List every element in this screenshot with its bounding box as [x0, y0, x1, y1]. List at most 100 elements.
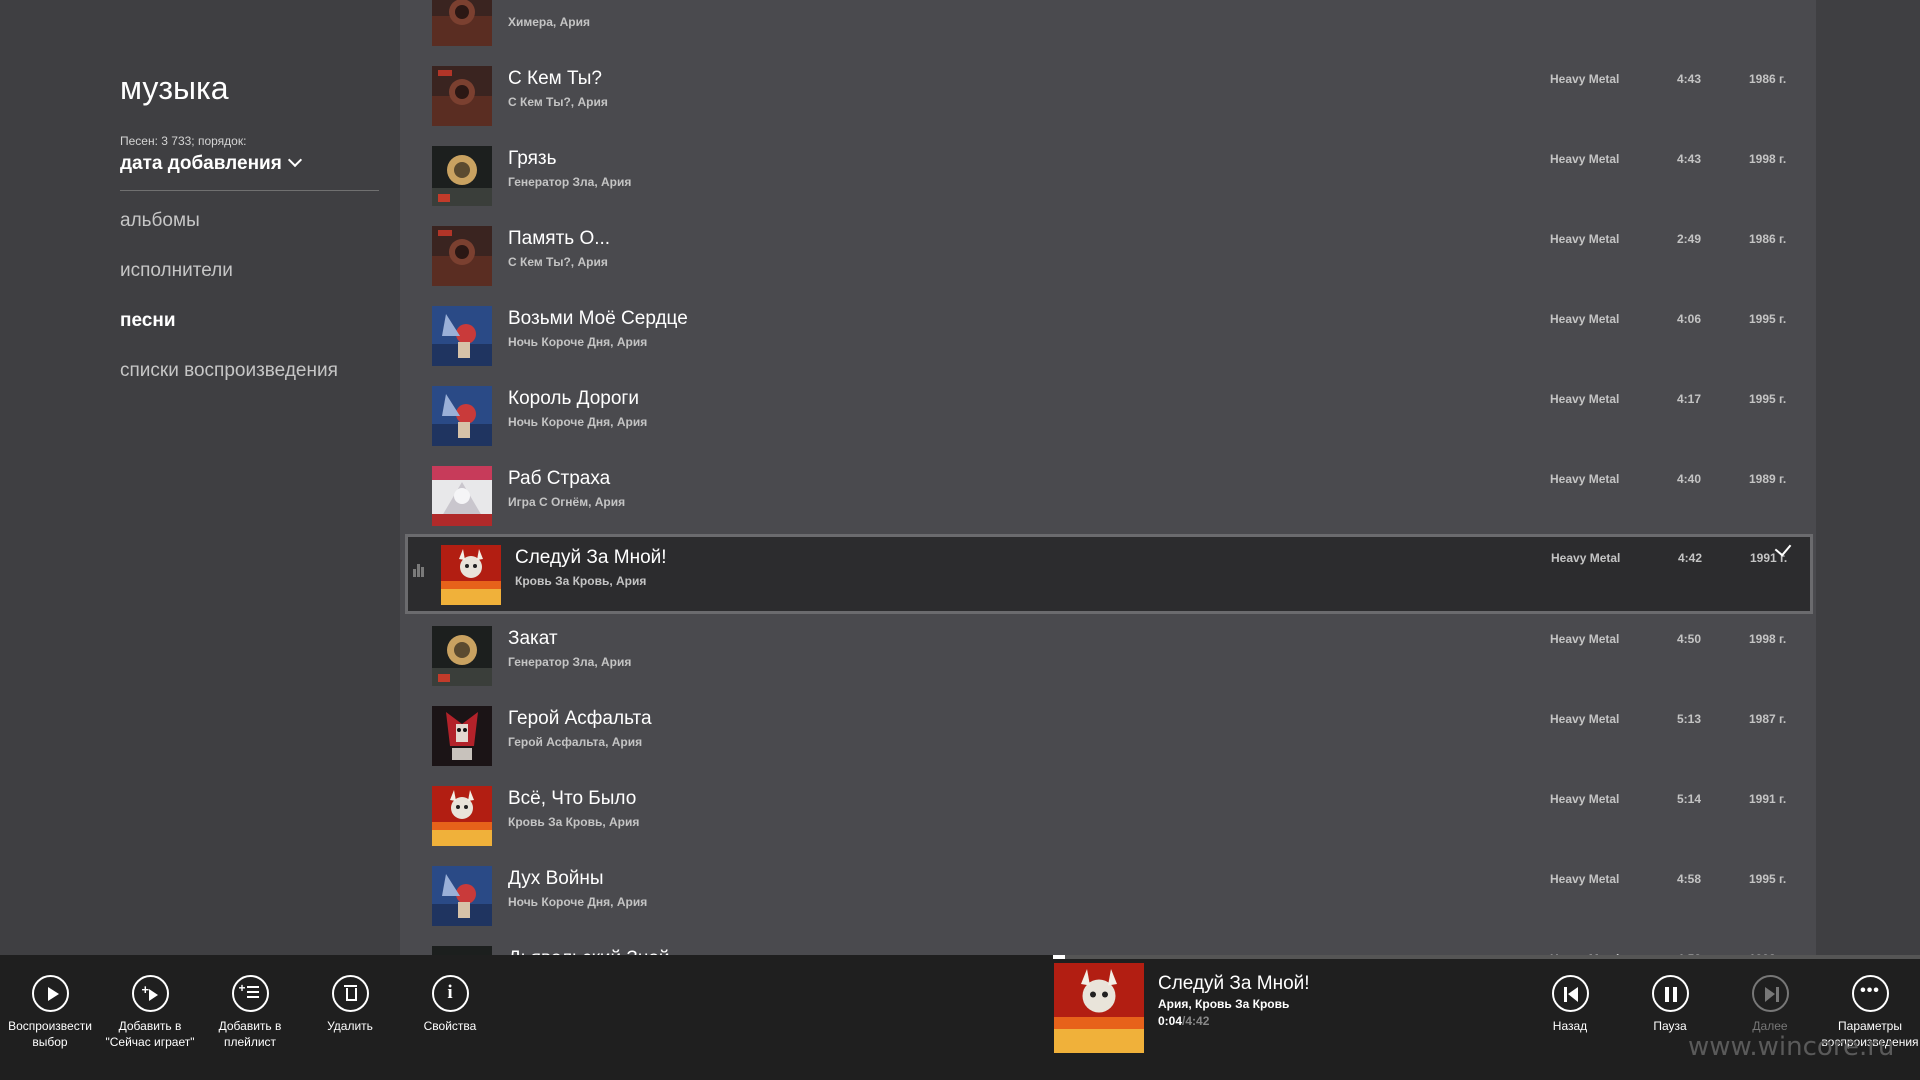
previous-label: Назад	[1552, 1019, 1588, 1033]
pause-icon	[1651, 975, 1689, 1012]
song-row[interactable]: Память О... С Кем Ты?, Ария Heavy Metal 2:4…	[400, 212, 1816, 292]
album-art	[432, 866, 492, 926]
song-year: 1995 г.	[1749, 392, 1787, 406]
song-title: Король Дороги	[508, 388, 639, 409]
now-playing-album-art[interactable]	[1054, 963, 1144, 1053]
song-title: Всё, Что Было	[508, 788, 637, 809]
song-duration: 4:43	[1677, 72, 1702, 86]
navigation-pane: музыка Песен: 3 733; порядок: дата добав…	[0, 0, 400, 955]
song-title: Следуй За Мной!	[515, 547, 667, 568]
add-to-now-playing-button[interactable]: + Добавить в "Сейчас играет"	[100, 975, 200, 1050]
add-to-playlist-button[interactable]: + Добавить в плейлист	[200, 975, 300, 1050]
nav-item-albums[interactable]: альбомы	[120, 210, 200, 232]
album-art	[432, 226, 492, 286]
elapsed-time: 0:04	[1158, 1014, 1183, 1028]
album-art	[432, 0, 492, 46]
song-title: С Кем Ты?	[508, 68, 602, 89]
song-title: Дьявольский Зной	[508, 948, 670, 955]
total-time: /4:42	[1182, 1014, 1210, 1028]
pause-button[interactable]: Пауза	[1620, 975, 1720, 1034]
playback-progress-bar[interactable]	[1053, 955, 1920, 959]
previous-button[interactable]: Назад	[1520, 975, 1620, 1034]
song-row[interactable]: Всё, Что Было Кровь За Кровь, Ария Heavy M…	[400, 772, 1816, 852]
song-row[interactable]: Дух Войны Ночь Короче Дня, Ария Heavy Meta…	[400, 852, 1816, 932]
song-row[interactable]: Герой Асфальта Герой Асфальта, Ария Heavy …	[400, 692, 1816, 772]
playback-progress-fill	[1053, 955, 1066, 959]
album-art	[432, 306, 492, 366]
song-row[interactable]: С Кем Ты? С Кем Ты?, Ария Heavy Metal 4:43 1…	[400, 52, 1816, 132]
song-genre: Heavy Metal	[1550, 72, 1620, 86]
more-icon: •••	[1851, 975, 1889, 1012]
properties-button[interactable]: i Свойства	[400, 975, 500, 1034]
song-genre: Heavy Metal	[1550, 312, 1620, 326]
song-duration: 5:13	[1677, 712, 1702, 726]
song-year: 1998 г.	[1749, 152, 1787, 166]
song-row[interactable]: Закат Генератор Зла, Ария Heavy Metal 4:50 1…	[400, 612, 1816, 692]
song-genre: Heavy Metal	[1550, 392, 1620, 406]
song-album-artist: С Кем Ты?, Ария	[508, 95, 608, 109]
song-row[interactable]: Возьми Моё Сердце Ночь Короче Дня, Ария He…	[400, 292, 1816, 372]
play-selection-button[interactable]: Воспроизвести выбор	[0, 975, 100, 1050]
song-row[interactable]: Дьявольский ЗнойHeavy Metal4:531998 г.	[400, 932, 1816, 955]
song-genre: Heavy Metal	[1550, 632, 1620, 646]
song-title: Грязь	[508, 148, 557, 169]
song-title: Герой Асфальта	[508, 708, 652, 729]
song-year: 1995 г.	[1749, 312, 1787, 326]
song-title: Возьми Моё Сердце	[508, 308, 688, 329]
album-art	[432, 386, 492, 446]
song-album-artist: Генератор Зла, Ария	[508, 655, 632, 669]
previous-icon	[1551, 975, 1589, 1012]
song-duration: 4:17	[1677, 392, 1702, 406]
watermark: www.wincore.ru	[1688, 1032, 1895, 1062]
sort-order-dropdown[interactable]: дата добавления	[120, 152, 302, 175]
nav-item-songs[interactable]: песни	[120, 310, 176, 332]
song-genre: Heavy Metal	[1550, 232, 1620, 246]
info-icon: i	[431, 975, 469, 1012]
song-year: 1986 г.	[1749, 72, 1787, 86]
delete-button[interactable]: Удалить	[300, 975, 400, 1034]
play-selection-label: Воспроизвести выбор	[8, 1019, 92, 1049]
song-row[interactable]: Раб Страха Игра С Огнём, Ария Heavy Metal 4…	[400, 452, 1816, 532]
song-title: Закат	[508, 628, 558, 649]
song-duration: 4:58	[1677, 872, 1702, 886]
song-duration: 4:50	[1677, 632, 1702, 646]
nav-item-artists[interactable]: исполнители	[120, 260, 233, 282]
divider	[120, 190, 379, 191]
album-art	[432, 786, 492, 846]
nav-item-playlists[interactable]: списки воспроизведения	[120, 360, 338, 382]
album-art	[432, 946, 492, 955]
song-row[interactable]: Грязь Генератор Зла, Ария Heavy Metal 4:43 1…	[400, 132, 1816, 212]
song-album-artist: Ночь Короче Дня, Ария	[508, 415, 648, 429]
song-album-artist: С Кем Ты?, Ария	[508, 255, 608, 269]
song-album-artist: Ночь Короче Дня, Ария	[508, 335, 648, 349]
album-art	[432, 146, 492, 206]
song-count-label: Песен: 3 733; порядок:	[120, 134, 247, 148]
song-title: Дух Войны	[508, 868, 604, 889]
song-duration: 2:49	[1677, 232, 1702, 246]
add-to-playlist-label: Добавить в плейлист	[218, 1019, 282, 1049]
song-album-artist: Кровь За Кровь, Ария	[508, 815, 640, 829]
next-button[interactable]: Далее	[1720, 975, 1820, 1034]
song-year: 1989 г.	[1749, 472, 1787, 486]
song-genre: Heavy Metal	[1550, 472, 1620, 486]
song-genre: Heavy Metal	[1550, 152, 1620, 166]
song-genre: Heavy Metal	[1550, 712, 1620, 726]
song-duration: 5:14	[1677, 792, 1702, 806]
album-art	[441, 545, 501, 605]
song-album-artist: Игра С Огнём, Ария	[508, 495, 626, 509]
song-genre: Heavy Metal	[1550, 792, 1620, 806]
next-icon	[1751, 975, 1789, 1012]
song-row[interactable]: Химера, Ария	[400, 0, 1816, 52]
song-list: Химера, Ария С Кем Ты? С Кем Ты?, Ария Heav…	[400, 0, 1816, 955]
delete-label: Удалить	[327, 1019, 373, 1033]
song-album-artist: Кровь За Кровь, Ария	[515, 574, 647, 588]
song-row-selected[interactable]: Следуй За Мной! Кровь За Кровь, Ария Heavy…	[405, 534, 1813, 614]
song-album-artist: Генератор Зла, Ария	[508, 175, 632, 189]
trash-icon	[331, 975, 369, 1012]
album-art	[432, 466, 492, 526]
song-row[interactable]: Король Дороги Ночь Короче Дня, Ария Heavy …	[400, 372, 1816, 452]
song-duration: 4:06	[1677, 312, 1702, 326]
song-duration: 4:42	[1678, 551, 1703, 565]
properties-label: Свойства	[423, 1019, 477, 1033]
song-duration: 4:40	[1677, 472, 1702, 486]
